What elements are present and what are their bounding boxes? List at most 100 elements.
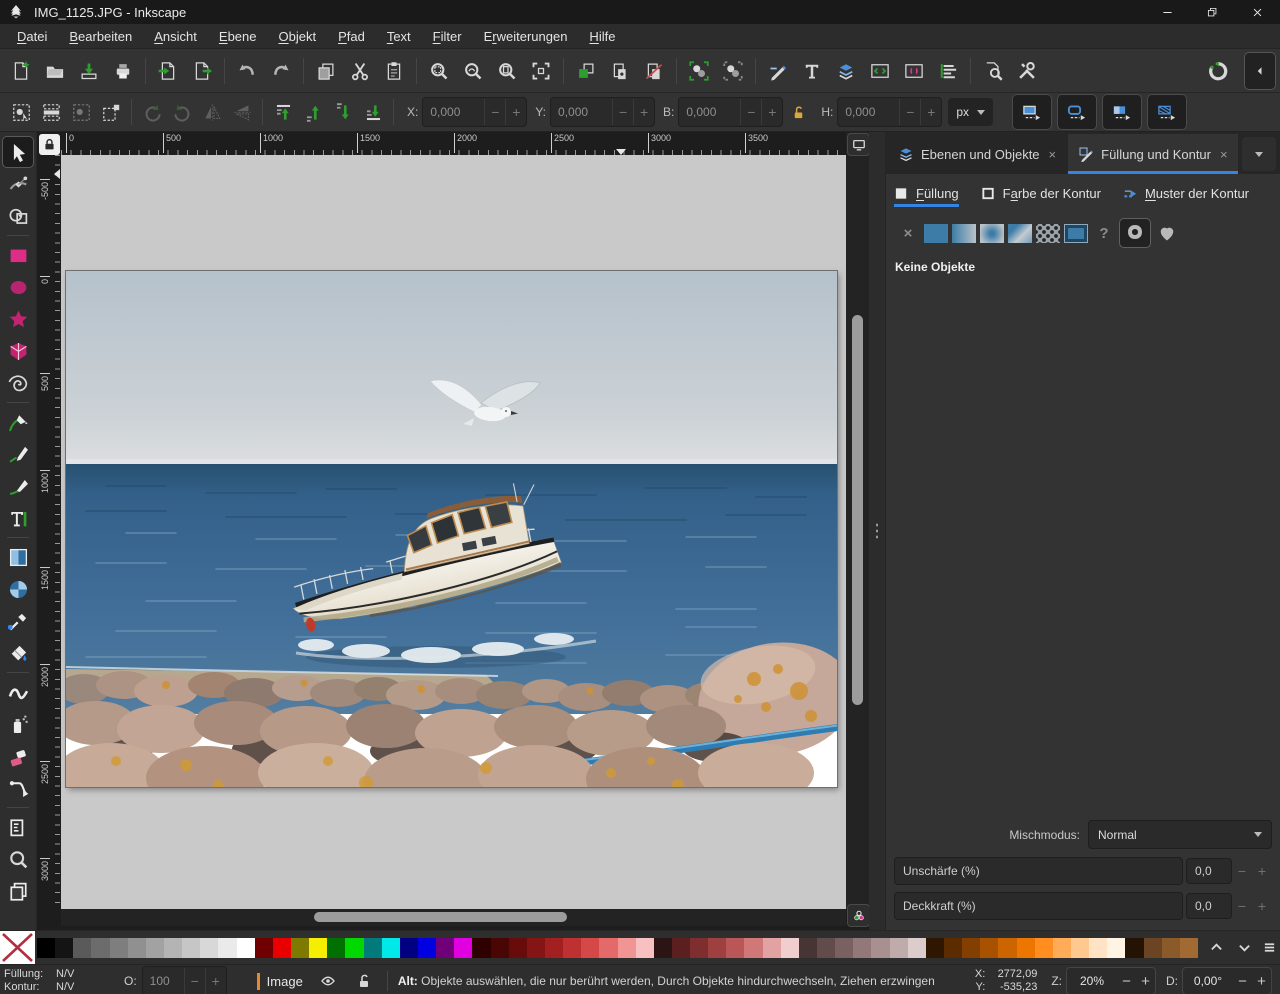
zoom-tool-button[interactable]: [3, 844, 33, 874]
zoom-plus-button[interactable]: +: [1136, 973, 1155, 990]
paint-pattern-button[interactable]: [1034, 220, 1062, 246]
pencil-tool-button[interactable]: [3, 439, 33, 469]
scale-gradient-toggle[interactable]: [1102, 94, 1142, 130]
palette-swatch[interactable]: [962, 938, 980, 958]
layers-dialog-button[interactable]: [829, 54, 863, 88]
calligraphy-tool-button[interactable]: [3, 471, 33, 501]
current-layer-label[interactable]: Image: [267, 974, 303, 989]
raise-to-top-button[interactable]: [268, 97, 298, 127]
paint-bucket-tool-button[interactable]: [3, 638, 33, 668]
paint-unknown-button[interactable]: ?: [1090, 220, 1118, 246]
selection-touch-button[interactable]: [96, 97, 126, 127]
opacity-minus-button[interactable]: −: [1232, 898, 1252, 914]
object-opacity-spinner[interactable]: 100 − +: [142, 966, 227, 994]
palette-swatch[interactable]: [980, 938, 998, 958]
menu-item-ansicht[interactable]: Ansicht: [143, 26, 208, 47]
palette-swatch[interactable]: [944, 938, 962, 958]
palette-swatch[interactable]: [327, 938, 345, 958]
palette-swatch[interactable]: [255, 938, 273, 958]
save-document-button[interactable]: [72, 54, 106, 88]
palette-swatch[interactable]: [908, 938, 926, 958]
pen-tool-button[interactable]: [3, 407, 33, 437]
open-document-button[interactable]: [38, 54, 72, 88]
xml-editor-button[interactable]: [863, 54, 897, 88]
palette-swatch[interactable]: [91, 938, 109, 958]
ungroup-objects-button[interactable]: [716, 54, 750, 88]
menu-item-bearbeiten[interactable]: Bearbeiten: [58, 26, 143, 47]
node-editor-button[interactable]: [3, 169, 33, 199]
horizontal-scrollbar[interactable]: [61, 909, 846, 926]
color-managed-view-button[interactable]: [847, 904, 870, 927]
palette-swatch[interactable]: [1035, 938, 1053, 958]
rectangle-tool-button[interactable]: [3, 240, 33, 270]
subtab-muster-der-kontur[interactable]: Muster der Kontur: [1123, 186, 1249, 207]
selector-button[interactable]: [3, 137, 33, 167]
blur-slider[interactable]: Unschärfe (%): [894, 857, 1183, 885]
zoom-spinner[interactable]: 20% − +: [1066, 967, 1156, 994]
spiral-tool-button[interactable]: [3, 368, 33, 398]
cut-button[interactable]: [343, 54, 377, 88]
palette-swatch[interactable]: [164, 938, 182, 958]
zoom-page-button[interactable]: [490, 54, 524, 88]
palette-swatch[interactable]: [744, 938, 762, 958]
scale-pattern-toggle[interactable]: [1147, 94, 1187, 130]
gradient-tool-button[interactable]: [3, 542, 33, 572]
blur-minus-button[interactable]: −: [1232, 863, 1252, 879]
rotation-minus-button[interactable]: −: [1233, 973, 1252, 990]
palette-swatch[interactable]: [690, 938, 708, 958]
palette-swatch[interactable]: [509, 938, 527, 958]
palette-swatch[interactable]: [472, 938, 490, 958]
paint-none-button[interactable]: ×: [894, 220, 922, 246]
palette-swatch[interactable]: [55, 938, 73, 958]
palette-swatch[interactable]: [672, 938, 690, 958]
palette-swatch[interactable]: [37, 938, 55, 958]
lower-to-bottom-button[interactable]: [358, 97, 388, 127]
fill-rule-nonzero-button[interactable]: [1152, 219, 1182, 247]
raise-button[interactable]: [298, 97, 328, 127]
menu-item-erweiterungen[interactable]: Erweiterungen: [473, 26, 579, 47]
no-color-swatch[interactable]: [0, 931, 35, 964]
canvas-page-image[interactable]: [66, 271, 837, 787]
palette-swatch[interactable]: [1125, 938, 1143, 958]
palette-swatch[interactable]: [654, 938, 672, 958]
palette-swatch[interactable]: [364, 938, 382, 958]
palette-swatch[interactable]: [618, 938, 636, 958]
text-tool-button[interactable]: [3, 503, 33, 533]
fill-stroke-indicator[interactable]: Füllung:N/V Kontur:N/V: [0, 968, 96, 994]
opacity-slider[interactable]: Deckkraft (%): [894, 892, 1183, 920]
palette-swatch[interactable]: [400, 938, 418, 958]
palette-swatch[interactable]: [726, 938, 744, 958]
palette-swatch[interactable]: [1089, 938, 1107, 958]
palette-swatch[interactable]: [599, 938, 617, 958]
close-icon[interactable]: ×: [1049, 147, 1057, 162]
palette-swatch[interactable]: [291, 938, 309, 958]
blur-value[interactable]: 0,0: [1186, 858, 1232, 884]
palette-swatch[interactable]: [1107, 938, 1125, 958]
menu-item-pfad[interactable]: Pfad: [327, 26, 376, 47]
subtab-f-llung[interactable]: Füllung: [894, 186, 959, 207]
import-button[interactable]: [151, 54, 185, 88]
vertical-scrollbar[interactable]: [850, 158, 864, 882]
palette-swatch[interactable]: [998, 938, 1016, 958]
palette-swatch[interactable]: [781, 938, 799, 958]
palette-swatch[interactable]: [491, 938, 509, 958]
palette-swatch[interactable]: [799, 938, 817, 958]
palette-swatch[interactable]: [1144, 938, 1162, 958]
palette-swatch[interactable]: [436, 938, 454, 958]
paint-swatch-button[interactable]: [1062, 220, 1090, 246]
palette-swatch[interactable]: [763, 938, 781, 958]
palette-swatch[interactable]: [218, 938, 236, 958]
palette-swatch[interactable]: [890, 938, 908, 958]
lower-button[interactable]: [328, 97, 358, 127]
b-field[interactable]: 0,000−+: [678, 97, 783, 127]
palette-swatch[interactable]: [200, 938, 218, 958]
palette-swatch[interactable]: [817, 938, 835, 958]
blur-plus-button[interactable]: +: [1252, 863, 1272, 879]
palette-swatch[interactable]: [636, 938, 654, 958]
h-field[interactable]: 0,000−+: [837, 97, 942, 127]
palette-swatch[interactable]: [871, 938, 889, 958]
zoom-selection-button[interactable]: [422, 54, 456, 88]
dropper-tool-button[interactable]: [3, 606, 33, 636]
palette-swatch[interactable]: [1180, 938, 1198, 958]
palette-swatch[interactable]: [146, 938, 164, 958]
